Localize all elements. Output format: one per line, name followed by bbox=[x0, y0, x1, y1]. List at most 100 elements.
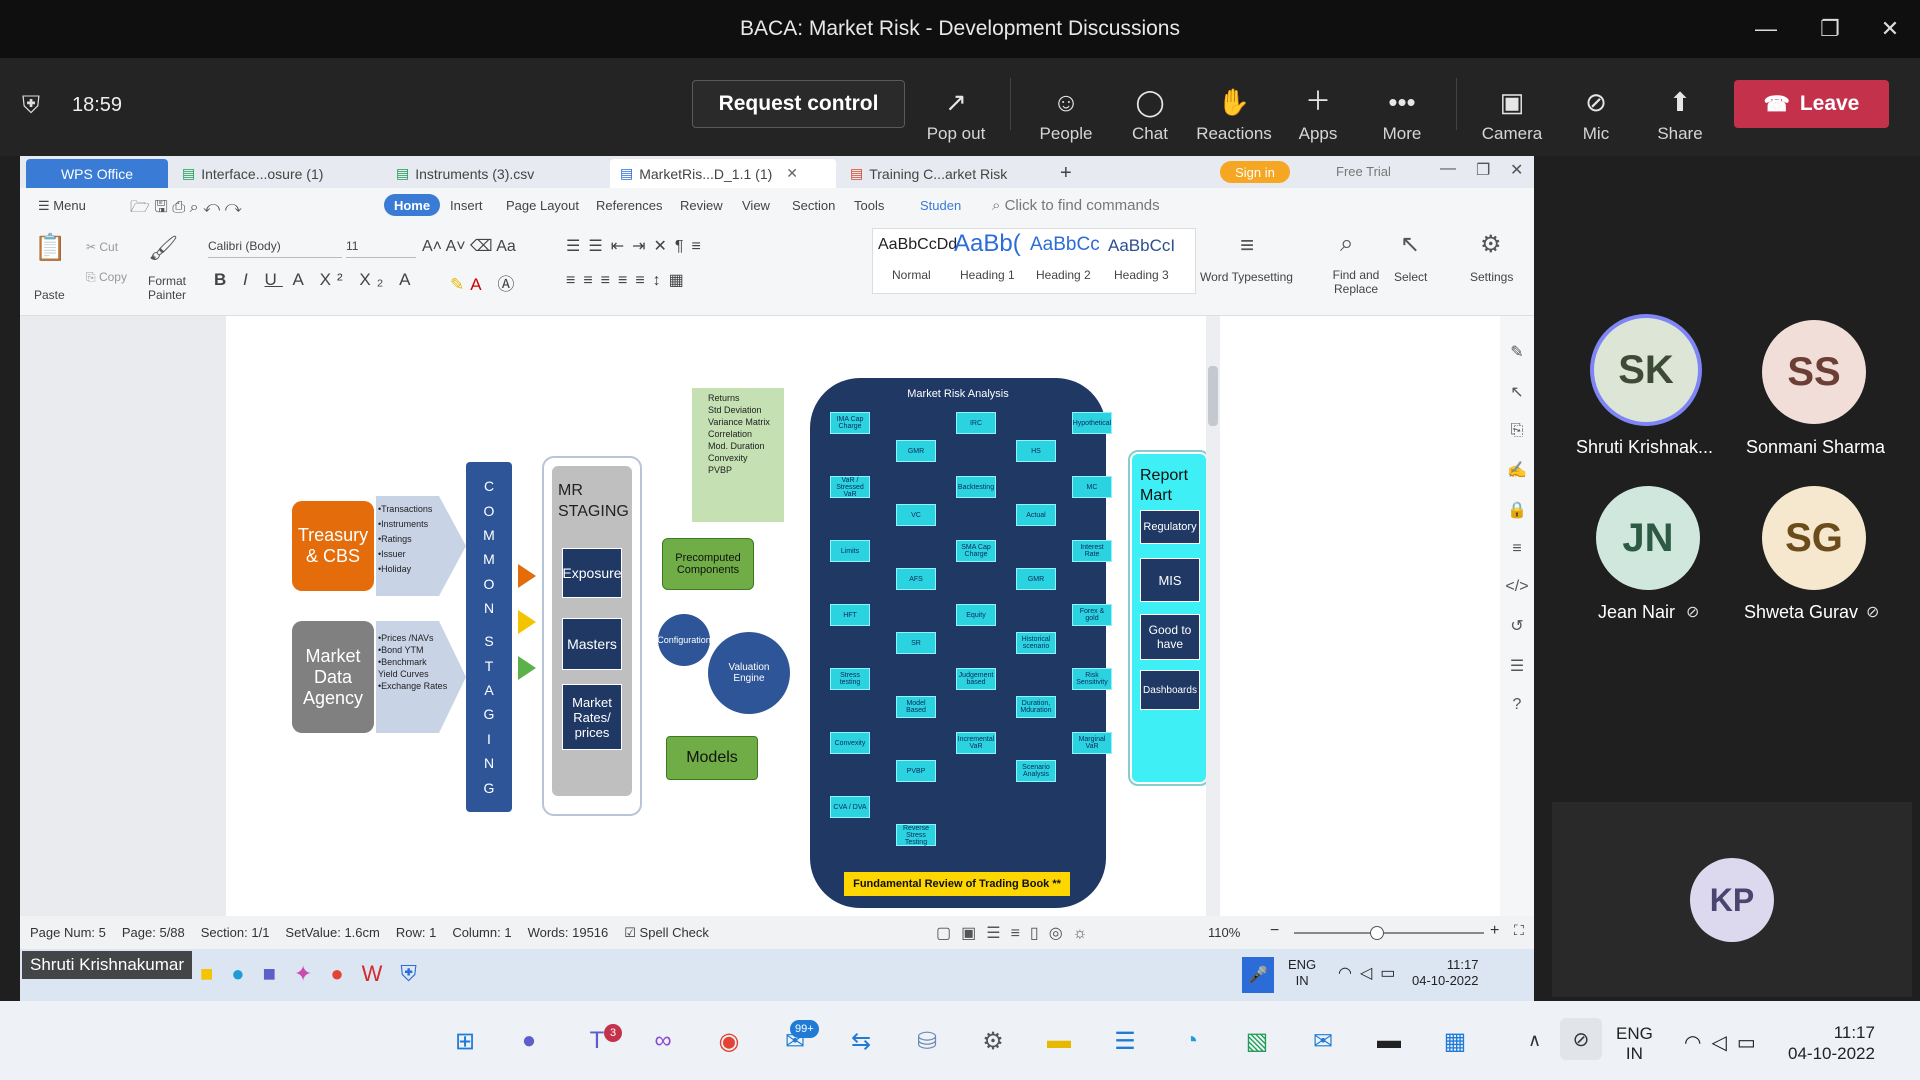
terminal-icon[interactable]: ▬ bbox=[1368, 1020, 1410, 1062]
format-painter-icon[interactable]: 🖌 bbox=[148, 234, 178, 263]
font-name-select[interactable]: Calibri (Body) bbox=[208, 236, 342, 258]
format-painter-button[interactable]: Format Painter bbox=[144, 274, 190, 302]
mail-icon[interactable]: ✉ bbox=[1302, 1020, 1344, 1062]
help-icon[interactable]: ? bbox=[1513, 696, 1522, 714]
chat-button[interactable]: ◯ Chat bbox=[1110, 70, 1190, 144]
tab-view[interactable]: View bbox=[742, 198, 770, 213]
avatar[interactable]: SG bbox=[1762, 486, 1866, 590]
language-indicator[interactable]: ENG IN bbox=[1616, 1024, 1653, 1064]
tab-section[interactable]: Section bbox=[792, 198, 835, 213]
database-icon[interactable]: ⛁ bbox=[906, 1020, 948, 1062]
tab-instruments-csv[interactable]: ▤ Instruments (3).csv bbox=[386, 159, 608, 188]
paste-icon[interactable]: 📋 bbox=[34, 232, 66, 263]
sign-in-button[interactable]: Sign in bbox=[1220, 161, 1290, 183]
popout-button[interactable]: ↗ Pop out bbox=[916, 70, 996, 144]
zoom-level[interactable]: 110% bbox=[1208, 925, 1240, 940]
inner-taskbar-apps[interactable]: ■●■✦●W⛨ bbox=[200, 961, 435, 987]
share-button[interactable]: ⬆ Share bbox=[1640, 70, 1720, 144]
text-format-icons[interactable]: B I U A X² X₂ A bbox=[214, 270, 416, 290]
close-icon[interactable]: ✕ bbox=[786, 165, 798, 182]
tab-insert[interactable]: Insert bbox=[450, 198, 483, 213]
close-icon[interactable]: ✕ bbox=[1510, 160, 1523, 180]
restore-icon[interactable]: ❐ bbox=[1476, 160, 1490, 180]
zoom-out-icon[interactable]: − bbox=[1270, 922, 1279, 940]
fullscreen-icon[interactable]: ⛶ bbox=[1514, 922, 1524, 939]
avatar[interactable]: JN bbox=[1596, 486, 1700, 590]
pen-icon[interactable]: ✎ bbox=[1510, 342, 1523, 362]
find-replace-button[interactable]: Find and Replace bbox=[1326, 268, 1386, 296]
menu-button[interactable]: ☰ Menu bbox=[38, 198, 86, 214]
view-mode-icons[interactable]: ▢▣☰≡▯◎☼ bbox=[936, 923, 1097, 943]
mic-icon[interactable]: 🎤 bbox=[1242, 957, 1274, 993]
more-button[interactable]: ••• More bbox=[1362, 70, 1442, 144]
close-icon[interactable]: ✕ bbox=[1860, 0, 1920, 58]
tab-marketrisk-doc[interactable]: ▤ MarketRis...D_1.1 (1) ✕ bbox=[610, 159, 836, 188]
tab-page-layout[interactable]: Page Layout bbox=[506, 198, 579, 213]
tab-studen[interactable]: Studen bbox=[920, 198, 961, 213]
avatar[interactable]: SS bbox=[1762, 320, 1866, 424]
inner-tray-icons[interactable]: ◠◁▭ bbox=[1338, 963, 1403, 983]
request-control-button[interactable]: Request control bbox=[692, 80, 905, 128]
apps-button[interactable]: ＋ Apps bbox=[1278, 70, 1358, 144]
lock-icon[interactable]: 🔒 bbox=[1507, 500, 1527, 520]
tab-training-ppt[interactable]: ▤ Training C...arket Risk bbox=[840, 159, 1030, 188]
style-heading3-preview[interactable]: AaBbCcI bbox=[1108, 236, 1175, 256]
tab-review[interactable]: Review bbox=[680, 198, 723, 213]
select-button[interactable]: Select bbox=[1394, 270, 1427, 284]
zoom-in-icon[interactable]: + bbox=[1490, 922, 1499, 940]
minimize-icon[interactable]: ― bbox=[1440, 160, 1456, 178]
free-trial-button[interactable]: Free Trial bbox=[1336, 164, 1391, 179]
mic-muted-icon[interactable]: ⊘ bbox=[1560, 1018, 1602, 1060]
calendar-icon[interactable]: ▦ bbox=[1434, 1020, 1476, 1062]
command-search[interactable]: ⌕ Click to find commands bbox=[992, 197, 1160, 214]
tab-tools[interactable]: Tools bbox=[854, 198, 884, 213]
paragraph-icons[interactable]: ☰☰⇤⇥✕¶≡ bbox=[566, 236, 709, 256]
windows-start-icon[interactable]: ⊞ bbox=[444, 1020, 486, 1062]
font-size-select[interactable]: 11 bbox=[346, 236, 416, 258]
tab-wps-office[interactable]: WPS Office bbox=[26, 159, 168, 188]
copy-button[interactable]: ⎘ Copy bbox=[86, 270, 127, 285]
system-tray-icons[interactable]: ◠◁▭ bbox=[1684, 1030, 1766, 1055]
history-icon[interactable]: ↺ bbox=[1510, 616, 1523, 636]
camera-button[interactable]: ▣ Camera bbox=[1472, 70, 1552, 144]
style-normal[interactable]: Normal bbox=[892, 268, 931, 282]
chevron-up-icon[interactable]: ∧ bbox=[1528, 1030, 1541, 1051]
word-typesetting-button[interactable]: Word Typesetting bbox=[1200, 270, 1293, 284]
avatar[interactable]: SK bbox=[1594, 318, 1698, 422]
settings-button[interactable]: Settings bbox=[1470, 270, 1513, 284]
minimize-icon[interactable]: ― bbox=[1736, 0, 1796, 58]
style-normal-preview[interactable]: AaBbCcDd bbox=[878, 236, 957, 254]
sliders-icon[interactable]: ≡ bbox=[1512, 540, 1521, 558]
teams-chat-icon[interactable]: ● bbox=[508, 1020, 550, 1062]
zoom-slider-handle[interactable] bbox=[1370, 926, 1384, 940]
mic-button[interactable]: ⊘ Mic bbox=[1556, 70, 1636, 144]
reactions-button[interactable]: ✋ Reactions bbox=[1194, 70, 1274, 144]
style-heading2-preview[interactable]: AaBbCc bbox=[1030, 234, 1100, 256]
edge-icon[interactable]: ◔ bbox=[1170, 1020, 1212, 1062]
teamviewer-icon[interactable]: ⇆ bbox=[840, 1020, 882, 1062]
color-icons[interactable]: ✎A Ⓐ bbox=[450, 270, 520, 295]
style-heading3[interactable]: Heading 3 bbox=[1114, 268, 1169, 282]
new-tab-plus-icon[interactable]: + bbox=[1050, 159, 1080, 188]
tab-interface-doc[interactable]: ▤ Interface...osure (1) bbox=[172, 159, 394, 188]
style-heading1-preview[interactable]: AaBb( bbox=[954, 230, 1021, 258]
chrome-icon[interactable]: ◉ bbox=[708, 1020, 750, 1062]
edit-icon[interactable]: ✍ bbox=[1507, 460, 1527, 480]
copy-icon[interactable]: ⎘ bbox=[1511, 422, 1524, 440]
zoom-slider[interactable] bbox=[1294, 932, 1484, 934]
cut-button[interactable]: ✂ Cut bbox=[86, 240, 118, 254]
scrollbar-thumb[interactable] bbox=[1208, 366, 1218, 426]
font-size-adjust-icons[interactable]: A˄ A˅ ⌫ Aa bbox=[422, 236, 516, 256]
quick-access-icons[interactable]: 🗁 🖫 ⎙ ⌕ ↶ ↷ bbox=[130, 196, 242, 223]
inner-language[interactable]: ENG IN bbox=[1288, 957, 1316, 989]
image-editor-icon[interactable]: ▧ bbox=[1236, 1020, 1278, 1062]
tab-references[interactable]: References bbox=[596, 198, 662, 213]
style-heading2[interactable]: Heading 2 bbox=[1036, 268, 1091, 282]
list-icon[interactable]: ☰ bbox=[1510, 656, 1524, 676]
avatar[interactable]: KP bbox=[1690, 858, 1774, 942]
style-heading1[interactable]: Heading 1 bbox=[960, 268, 1015, 282]
spell-check-button[interactable]: ☑ Spell Check bbox=[624, 925, 709, 941]
code-icon[interactable]: </> bbox=[1505, 578, 1528, 596]
settings-icon[interactable]: ⚙ bbox=[972, 1020, 1014, 1062]
tab-home[interactable]: Home bbox=[384, 194, 440, 216]
